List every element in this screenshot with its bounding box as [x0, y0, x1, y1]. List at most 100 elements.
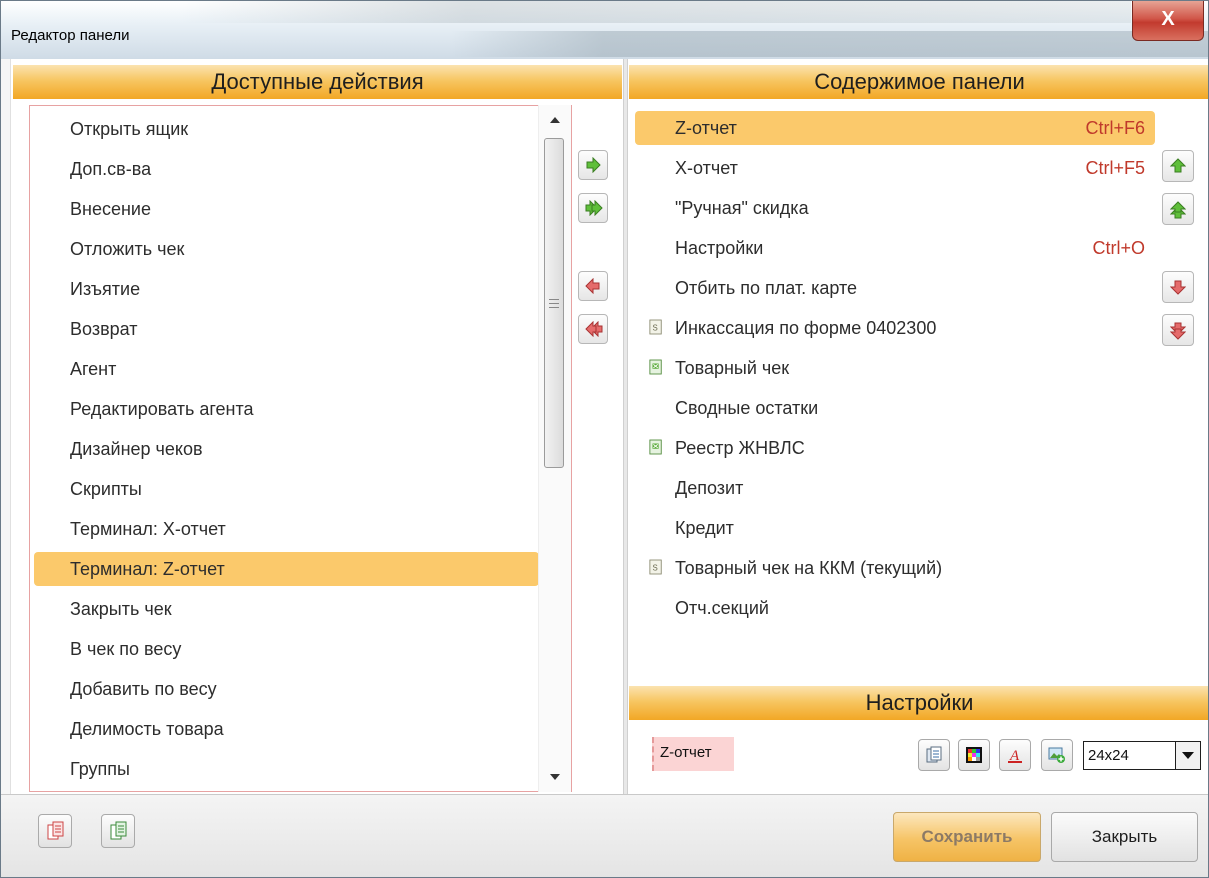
title-bar[interactable]: Редактор панели [1, 1, 1208, 59]
available-action-item[interactable]: Возврат [30, 312, 542, 346]
available-action-item[interactable]: Скрипты [30, 472, 542, 506]
caption-button[interactable] [918, 739, 950, 771]
script-doc-icon: S [649, 319, 662, 335]
panel-content-item[interactable]: Депозит [635, 471, 1155, 505]
shortcut-label: Ctrl+O [1092, 238, 1145, 258]
scroll-up-icon[interactable] [550, 117, 560, 123]
available-actions-list[interactable]: Открыть ящик Доп.св-ва Внесение Отложить че… [29, 105, 572, 792]
add-item-button[interactable] [578, 150, 608, 180]
panel-content-label: Отбить по плат. карте [675, 278, 858, 298]
panel-content-item[interactable]: Настройки Ctrl+O [635, 231, 1155, 265]
panel-content-item[interactable]: X-отчет Ctrl+F5 [635, 151, 1155, 185]
icon-size-select[interactable]: 24x24 [1083, 741, 1201, 770]
arrow-left-icon [585, 278, 600, 294]
left-edge [1, 59, 11, 794]
available-action-item[interactable]: Делимость товара [30, 712, 542, 746]
add-all-button[interactable] [578, 193, 608, 223]
scroll-thumb[interactable] [544, 138, 564, 468]
panel-content-label: Z-отчет [675, 118, 737, 138]
panel-content-item[interactable]: Кредит [635, 511, 1155, 545]
panel-content-label: Сводные остатки [675, 398, 819, 418]
available-action-item[interactable]: Доп.св-ва [30, 152, 542, 186]
available-action-item[interactable]: Терминал: Z-отчет [34, 552, 539, 586]
available-action-item[interactable]: В чек по весу [30, 632, 542, 666]
import-button[interactable] [101, 814, 135, 848]
add-image-icon [1048, 747, 1065, 763]
icon-size-value: 24x24 [1088, 747, 1129, 764]
available-action-item[interactable]: Агент [30, 352, 542, 386]
panel-content-item[interactable]: Сводные остатки [635, 391, 1155, 425]
panel-content-item[interactable]: S Инкассация по форме 0402300 [635, 311, 1155, 345]
available-action-item[interactable]: Изъятие [30, 272, 542, 306]
available-action-item[interactable]: Редактировать агента [30, 392, 542, 426]
panel-content-label: Настройки [675, 238, 764, 258]
button-preview[interactable]: Z-отчет [652, 737, 734, 771]
font-color-icon: A [1008, 748, 1022, 764]
available-action-item[interactable]: Терминал: X-отчет [30, 512, 542, 546]
remove-all-button[interactable] [578, 314, 608, 344]
double-arrow-up-icon [1170, 201, 1186, 219]
move-top-button[interactable] [1162, 193, 1194, 225]
panel-content-item[interactable]: "Ручная" скидка [635, 191, 1155, 225]
shortcut-label: Ctrl+F5 [1085, 158, 1145, 178]
font-button[interactable]: A [999, 739, 1031, 771]
double-arrow-down-icon [1170, 322, 1186, 340]
panel-content-item[interactable]: Товарный чек [635, 351, 1155, 385]
panel-content-label: "Ручная" скидка [675, 198, 809, 218]
available-action-item[interactable]: Закрыть чек [30, 592, 542, 626]
image-button[interactable] [1041, 739, 1073, 771]
panel-content-label: X-отчет [675, 158, 738, 178]
move-down-button[interactable] [1162, 271, 1194, 303]
panel-editor-window: Редактор панели X Доступные действия Отк… [0, 0, 1209, 878]
available-action-item[interactable]: Отложить чек [30, 232, 542, 266]
available-action-item[interactable]: Открыть ящик [30, 112, 542, 146]
import-doc-icon [110, 821, 127, 840]
panel-content-label: Товарный чек на ККМ (текущий) [675, 558, 943, 578]
panel-content-label: Депозит [675, 478, 744, 498]
background-blur [451, 31, 1208, 57]
save-button[interactable]: Сохранить [893, 812, 1041, 862]
window-close-button[interactable]: X [1132, 1, 1204, 41]
double-arrow-left-icon [585, 321, 603, 337]
clipboard-icon [926, 746, 942, 763]
double-arrow-right-icon [585, 200, 603, 216]
panel-content-item[interactable]: Отч.секций [635, 591, 1155, 625]
available-action-item[interactable]: Добавить по весу [30, 672, 542, 706]
script-doc-icon: S [649, 559, 662, 575]
scroll-down-icon[interactable] [550, 774, 560, 780]
panel-content-item[interactable]: Отбить по плат. карте [635, 271, 1155, 305]
available-action-item[interactable]: Группы [30, 752, 542, 786]
background-blur [181, 1, 1131, 23]
move-up-button[interactable] [1162, 150, 1194, 182]
available-action-item[interactable]: Внесение [30, 192, 542, 226]
panel-contents-header: Содержимое панели [629, 65, 1208, 99]
available-action-item[interactable]: Дизайнер чеков [30, 432, 542, 466]
arrow-down-icon [1170, 280, 1186, 295]
chevron-down-icon[interactable] [1175, 742, 1200, 769]
grip-line [549, 307, 559, 308]
shortcut-label: Ctrl+F6 [1085, 118, 1145, 138]
panel-content-label: Отч.секций [675, 598, 769, 618]
color-button[interactable] [958, 739, 990, 771]
move-bottom-button[interactable] [1162, 314, 1194, 346]
panel-content-label: Товарный чек [675, 358, 790, 378]
svg-text:S: S [653, 564, 658, 573]
remove-item-button[interactable] [578, 271, 608, 301]
panel-content-item[interactable]: Реестр ЖНВЛС [635, 431, 1155, 465]
window-title: Редактор панели [11, 27, 130, 44]
svg-text:S: S [653, 324, 658, 333]
arrow-right-icon [586, 157, 601, 173]
report-doc-icon [649, 439, 662, 455]
available-actions-header: Доступные действия [13, 65, 622, 99]
close-button[interactable]: Закрыть [1051, 812, 1198, 862]
export-doc-icon [47, 821, 64, 840]
settings-header: Настройки [629, 686, 1208, 720]
grip-line [549, 303, 559, 304]
panel-content-item[interactable]: S Товарный чек на ККМ (текущий) [635, 551, 1155, 585]
available-actions-scrollbar[interactable] [538, 105, 571, 792]
panel-content-item[interactable]: Z-отчет Ctrl+F6 [635, 111, 1155, 145]
panel-splitter[interactable] [623, 59, 628, 794]
panel-content-label: Реестр ЖНВЛС [675, 438, 805, 458]
export-button[interactable] [38, 814, 72, 848]
report-doc-icon [649, 359, 662, 375]
